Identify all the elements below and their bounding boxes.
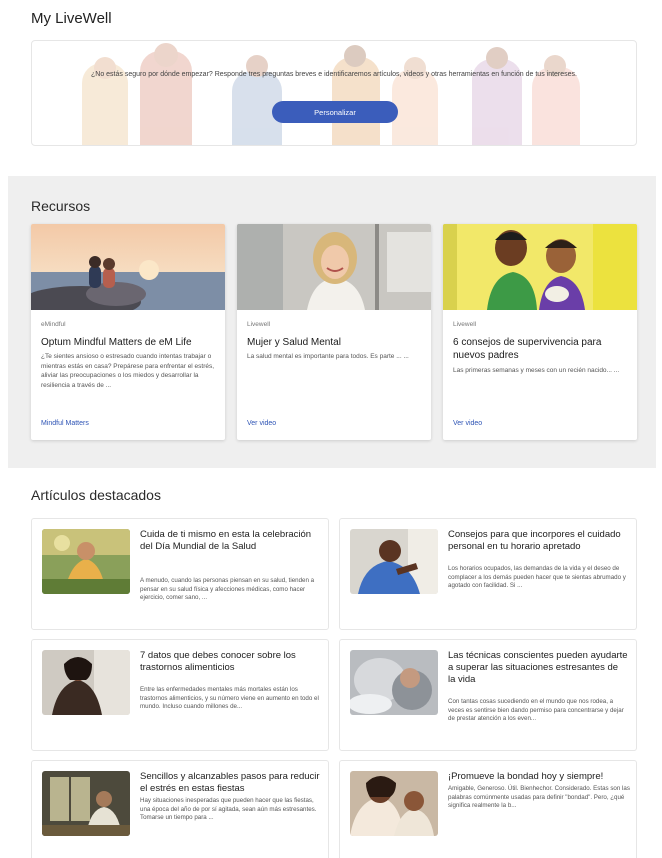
article-card[interactable]: ¡Promueve la bondad hoy y siempre! Amiga… xyxy=(339,760,637,858)
personalize-card: ¿No estás seguro por dónde empezar? Resp… xyxy=(31,40,637,146)
resource-link[interactable]: Ver video xyxy=(453,420,482,427)
resources-section: Recursos eMindful Optum Mindful Matters … xyxy=(8,176,656,468)
relaxed-man-image xyxy=(350,529,438,594)
personalize-prompt: ¿No estás seguro por dónde empezar? Resp… xyxy=(91,71,577,78)
mother-and-child-image xyxy=(350,771,438,836)
article-description: Entre las enfermedades mentales más mort… xyxy=(140,686,319,710)
pensive-woman-image xyxy=(42,650,130,715)
article-title[interactable]: Cuida de ti mismo en esta la celebración… xyxy=(140,529,320,553)
article-card[interactable]: 7 datos que debes conocer sobre los tras… xyxy=(31,639,329,751)
resource-card[interactable]: eMindful Optum Mindful Matters de eM Lif… xyxy=(31,224,225,440)
resource-source: Livewell xyxy=(453,321,477,328)
resource-source: Livewell xyxy=(247,321,271,328)
article-card[interactable]: Cuida de ti mismo en esta la celebración… xyxy=(31,518,329,630)
article-description: Hay situaciones inesperadas que pueden h… xyxy=(140,797,317,821)
sunset-couple-image xyxy=(31,224,225,310)
people-illustration xyxy=(32,41,636,145)
resources-title: Recursos xyxy=(31,198,91,214)
article-title[interactable]: ¡Promueve la bondad hoy y siempre! xyxy=(448,771,628,783)
article-description: Los horarios ocupados, las demandas de l… xyxy=(448,565,626,589)
resource-title[interactable]: 6 consejos de supervivencia para nuevos … xyxy=(453,336,631,362)
resource-title[interactable]: Optum Mindful Matters de eM Life xyxy=(41,336,219,349)
article-title[interactable]: Las técnicas conscientes pueden ayudarte… xyxy=(448,650,628,686)
resource-description: La salud mental es importante para todos… xyxy=(247,353,409,360)
resource-link[interactable]: Mindful Matters xyxy=(41,420,89,427)
article-card[interactable]: Consejos para que incorpores el cuidado … xyxy=(339,518,637,630)
resource-description: Las primeras semanas y meses con un reci… xyxy=(453,367,620,374)
article-title[interactable]: 7 datos que debes conocer sobre los tras… xyxy=(140,650,320,674)
resource-source: eMindful xyxy=(41,321,66,328)
article-card[interactable]: Las técnicas conscientes pueden ayudarte… xyxy=(339,639,637,751)
article-description: Con tantas cosas sucediendo en el mundo … xyxy=(448,698,624,722)
article-title[interactable]: Consejos para que incorpores el cuidado … xyxy=(448,529,628,553)
resource-title[interactable]: Mujer y Salud Mental xyxy=(247,336,425,349)
resource-card[interactable]: Livewell Mujer y Salud Mental La salud m… xyxy=(237,224,431,440)
resource-link[interactable]: Ver video xyxy=(247,420,276,427)
animated-parents-image xyxy=(443,224,637,310)
article-description: Amigable, Generoso. Útil. Bienhechor. Co… xyxy=(448,785,630,809)
resource-description: ¿Te sientes ansioso o estresado cuando i… xyxy=(41,353,215,389)
woman-in-garden-image xyxy=(42,529,130,594)
article-description: A menudo, cuando las personas piensan en… xyxy=(140,577,315,601)
resource-card[interactable]: Livewell 6 consejos de supervivencia par… xyxy=(443,224,637,440)
smiling-woman-image xyxy=(237,224,431,310)
article-title[interactable]: Sencillos y alcanzables pasos para reduc… xyxy=(140,771,320,795)
featured-title: Artículos destacados xyxy=(31,487,161,503)
personalize-button[interactable]: Personalizar xyxy=(272,101,398,123)
page-title: My LiveWell xyxy=(31,10,112,27)
blurred-woman-image xyxy=(350,650,438,715)
woman-by-window-image xyxy=(42,771,130,836)
article-card[interactable]: Sencillos y alcanzables pasos para reduc… xyxy=(31,760,329,858)
